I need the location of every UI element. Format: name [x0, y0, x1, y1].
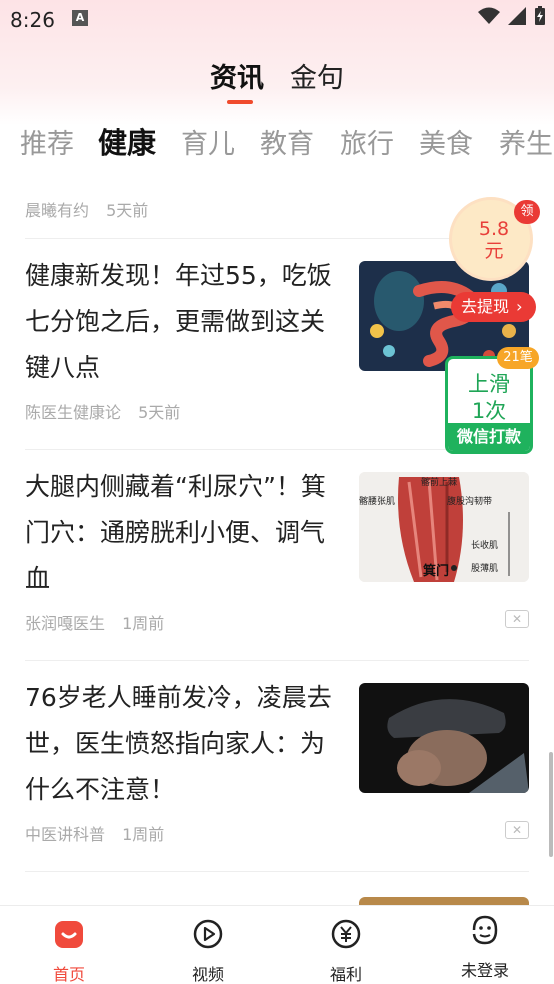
bottom-nav: 首页 视频 福利 未登录 [0, 905, 554, 984]
dismiss-button[interactable]: ✕ [505, 821, 529, 839]
prev-article-meta: 晨曦有约 5天前 [25, 197, 160, 221]
article-thumbnail: 髂前上棘 腹股沟韧带 髂腰张肌 长收肌 股薄肌 箕门 [359, 472, 529, 582]
user-face-icon [472, 915, 498, 945]
article-author: 陈医生健康论 [25, 403, 122, 422]
article-meta: 张润嘎医生 1周前 [25, 610, 176, 634]
home-icon [55, 921, 83, 948]
article-time: 5天前 [138, 403, 181, 422]
withdraw-button[interactable]: 去提现 › [451, 292, 536, 322]
nav-profile[interactable]: 未登录 [435, 906, 535, 984]
article-title: 大腿内侧藏着“利尿穴”！箕门穴：通膀胱利小便、调气血 [25, 472, 326, 593]
article-meta: 中医讲科普 1周前 [25, 821, 176, 845]
prev-article-author: 晨曦有约 [25, 201, 90, 220]
count-badge: 21笔 [497, 347, 539, 369]
category-recommend[interactable]: 推荐 [20, 122, 74, 161]
active-tab-indicator [227, 100, 253, 104]
nav-label: 首页 [52, 965, 85, 984]
thumb-label: 髂腰张肌 [359, 497, 396, 507]
article-title: 健康新发现！年过55，吃饭七分饱之后，更需做到这关键八点 [25, 261, 332, 382]
chevron-right-icon: › [516, 297, 523, 316]
claim-badge[interactable]: 领 [514, 200, 540, 224]
article-card[interactable]: 76岁老人睡前发冷，凌晨去世，医生愤怒指向家人：为什么不注意！ 中医讲科普 1周… [0, 661, 554, 871]
nav-home[interactable]: 首页 [19, 906, 119, 984]
status-icons [478, 6, 546, 26]
status-bar: 8:26 A [0, 0, 554, 38]
slide-reward-card[interactable]: 上滑 1次 微信打款 [445, 356, 533, 454]
elderly-man-photo [359, 683, 529, 793]
reward-amount: 5.8 元 [478, 218, 510, 262]
top-tab-bar: 资讯 金句 [0, 52, 554, 102]
tab-quotes[interactable]: 金句 [290, 56, 344, 95]
news-feed[interactable]: 晨曦有约 5天前 健康新发现！年过55，吃饭七分饱之后，更需做到这关键八点 陈医… [0, 175, 554, 905]
article-thumbnail [359, 897, 529, 905]
category-parenting[interactable]: 育儿 [181, 122, 235, 161]
battery-icon [535, 6, 545, 25]
nav-video[interactable]: 视频 [158, 906, 258, 984]
category-travel[interactable]: 旅行 [340, 122, 394, 161]
thumb-label: 腹股沟韧带 [447, 497, 493, 507]
prev-article-time: 5天前 [106, 201, 149, 220]
category-wellness[interactable]: 养生 [499, 122, 553, 161]
article-time: 1周前 [122, 825, 165, 844]
scrollbar[interactable] [549, 752, 553, 857]
category-bar: 推荐 健康 育儿 教育 旅行 美食 养生 [0, 118, 554, 162]
yuan-icon [331, 919, 361, 949]
wechat-payout-label: 微信打款 [448, 423, 530, 451]
video-icon [193, 919, 223, 949]
article-meta: 陈医生健康论 5天前 [25, 399, 192, 423]
category-education[interactable]: 教育 [260, 122, 314, 161]
tab-news[interactable]: 资讯 [210, 56, 264, 95]
divider [25, 871, 529, 872]
thumb-label: 长收肌 [471, 541, 499, 551]
article-card[interactable]: 大腿内侧藏着“利尿穴”！箕门穴：通膀胱利小便、调气血 髂前上棘 腹股沟韧带 髂腰… [0, 450, 554, 660]
thumb-label: 箕门 [423, 564, 450, 579]
article-time: 1周前 [122, 614, 165, 633]
notification-icon: A [72, 10, 88, 26]
nav-welfare[interactable]: 福利 [296, 906, 396, 984]
thumb-label: 髂前上棘 [421, 478, 458, 488]
slide-reward-text: 上滑 1次 [468, 372, 510, 423]
article-title: 76岁老人睡前发冷，凌晨去世，医生愤怒指向家人：为什么不注意！ [25, 683, 332, 804]
article-author: 张润嘎医生 [25, 614, 106, 633]
nav-label: 视频 [191, 965, 224, 984]
article-author: 中医讲科普 [25, 825, 106, 844]
dismiss-button[interactable]: ✕ [505, 610, 529, 628]
nav-label: 未登录 [460, 961, 509, 980]
article-thumbnail [359, 683, 529, 793]
category-health[interactable]: 健康 [98, 120, 156, 162]
withdraw-label: 去提现 [461, 297, 510, 316]
nav-label: 福利 [329, 965, 362, 984]
wifi-icon [478, 7, 500, 24]
status-time: 8:26 [10, 8, 55, 32]
thumb-label: 股薄肌 [471, 564, 499, 574]
signal-icon [508, 7, 526, 25]
category-food[interactable]: 美食 [419, 122, 473, 161]
